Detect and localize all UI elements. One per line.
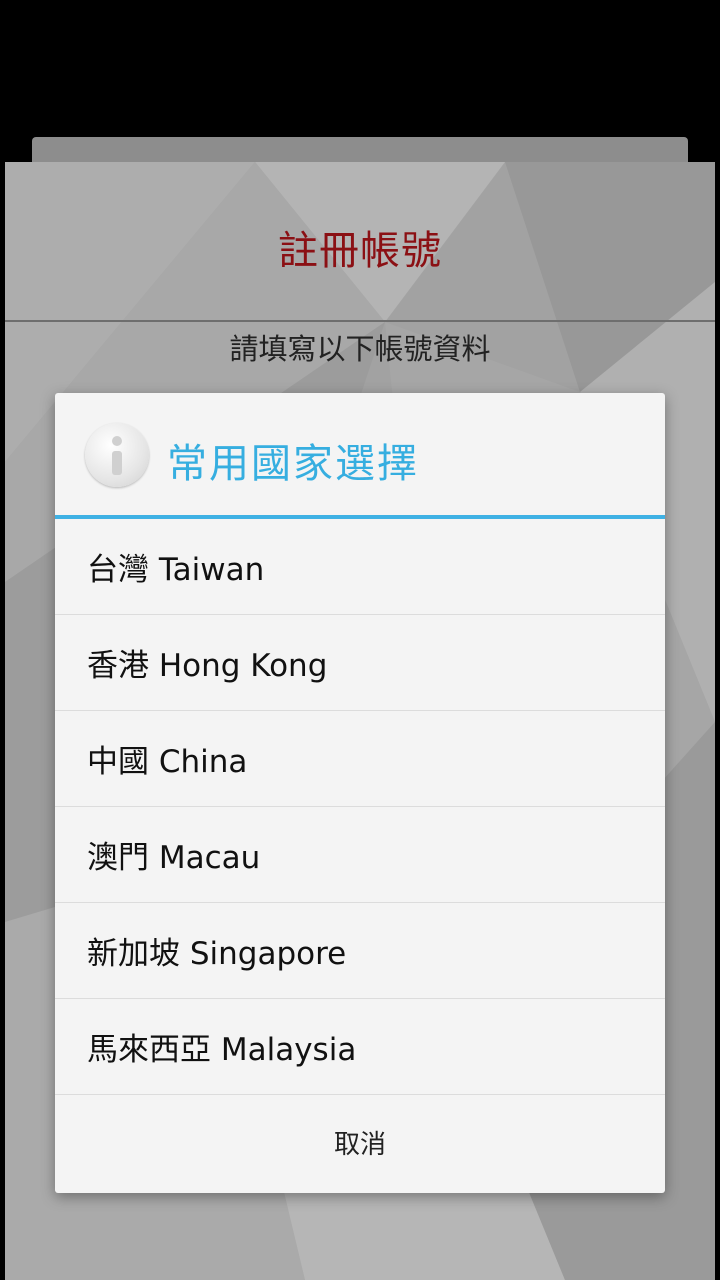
country-item-malaysia[interactable]: 馬來西亞 Malaysia bbox=[55, 999, 665, 1095]
country-item-hong-kong[interactable]: 香港 Hong Kong bbox=[55, 615, 665, 711]
country-item-macau[interactable]: 澳門 Macau bbox=[55, 807, 665, 903]
info-icon bbox=[85, 423, 149, 487]
country-item-singapore[interactable]: 新加坡 Singapore bbox=[55, 903, 665, 999]
cancel-button[interactable]: 取消 bbox=[55, 1095, 665, 1189]
screen: 註冊帳號 請填寫以下帳號資料 常用國家選擇 台灣 Taiwan 香港 Hong … bbox=[0, 0, 720, 1280]
country-select-dialog: 常用國家選擇 台灣 Taiwan 香港 Hong Kong 中國 China 澳… bbox=[55, 393, 665, 1193]
dialog-title: 常用國家選擇 bbox=[167, 441, 419, 487]
country-item-china[interactable]: 中國 China bbox=[55, 711, 665, 807]
page-title: 註冊帳號 bbox=[278, 228, 442, 274]
country-list: 台灣 Taiwan 香港 Hong Kong 中國 China 澳門 Macau… bbox=[55, 519, 665, 1095]
title-divider bbox=[5, 320, 715, 322]
dialog-header: 常用國家選擇 bbox=[55, 393, 665, 519]
page-subtitle: 請填寫以下帳號資料 bbox=[229, 332, 491, 366]
country-item-taiwan[interactable]: 台灣 Taiwan bbox=[55, 519, 665, 615]
